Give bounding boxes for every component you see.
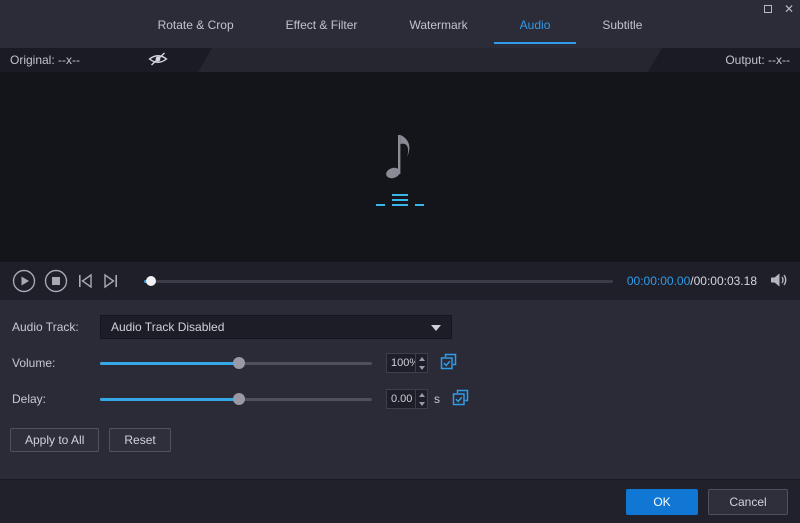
delay-input[interactable] <box>387 390 415 408</box>
audio-track-selected-value: Audio Track Disabled <box>111 320 225 334</box>
tab-bar: Rotate & Crop Effect & Filter Watermark … <box>0 10 800 44</box>
window-controls: ✕ <box>763 3 794 15</box>
audio-placeholder <box>376 129 424 206</box>
delay-spin-down-icon[interactable] <box>416 399 427 408</box>
volume-apply-all-button[interactable] <box>440 353 457 373</box>
seek-bar[interactable] <box>144 275 613 287</box>
volume-row: Volume: <box>0 350 800 376</box>
reset-button[interactable]: Reset <box>109 428 171 452</box>
total-duration: /00:00:03.18 <box>690 274 757 288</box>
volume-label: Volume: <box>12 356 56 370</box>
audio-track-dropdown[interactable]: Audio Track Disabled <box>100 315 452 339</box>
delay-spin-up-icon[interactable] <box>416 390 427 399</box>
eq-dash-right <box>415 203 424 206</box>
tab-rotate-crop[interactable]: Rotate & Crop <box>132 10 260 44</box>
delay-label: Delay: <box>12 392 47 406</box>
delay-unit-label: s <box>434 392 440 406</box>
delay-spinbox <box>386 389 428 409</box>
stop-button[interactable] <box>44 269 68 293</box>
preview-toggle-button[interactable] <box>148 52 168 69</box>
tab-effect-filter[interactable]: Effect & Filter <box>260 10 384 44</box>
tab-watermark[interactable]: Watermark <box>383 10 493 44</box>
preview-header: Original: --x-- Output: --x-- <box>0 48 800 72</box>
previous-frame-button[interactable] <box>76 273 94 289</box>
tab-audio[interactable]: Audio <box>493 10 577 44</box>
delay-slider-fill <box>100 398 239 401</box>
volume-spin-up-icon[interactable] <box>416 354 427 363</box>
titlebar: Rotate & Crop Effect & Filter Watermark … <box>0 0 800 48</box>
copy-check-icon <box>440 353 457 373</box>
settings-actions: Apply to All Reset <box>0 428 800 452</box>
maximize-icon[interactable] <box>763 5 772 13</box>
apply-to-all-button[interactable]: Apply to All <box>10 428 100 452</box>
player-bar: 00:00:00.00/00:00:03.18 <box>0 262 800 300</box>
delay-spin-arrows <box>415 390 427 408</box>
music-note-icon <box>383 129 417 184</box>
video-preview-area <box>0 72 800 262</box>
seek-track <box>144 280 613 283</box>
tab-subtitle[interactable]: Subtitle <box>576 10 668 44</box>
delay-slider-thumb[interactable] <box>232 393 245 405</box>
delay-row: Delay: s <box>0 386 800 412</box>
equalizer-lines <box>376 193 424 206</box>
next-frame-button[interactable] <box>102 273 120 289</box>
delay-apply-all-button[interactable] <box>452 389 469 409</box>
speaker-icon <box>769 272 788 291</box>
volume-slider-fill <box>100 362 239 365</box>
footer-bar: OK Cancel <box>0 479 800 523</box>
eq-stack <box>392 193 408 206</box>
close-icon[interactable]: ✕ <box>784 3 794 15</box>
ok-button[interactable]: OK <box>626 488 698 515</box>
volume-slider[interactable] <box>100 356 372 370</box>
eye-slash-icon <box>148 52 168 69</box>
play-button[interactable] <box>12 269 36 293</box>
volume-spin-down-icon[interactable] <box>416 363 427 372</box>
copy-check-icon <box>452 389 469 409</box>
volume-slider-thumb[interactable] <box>232 357 245 369</box>
delay-slider[interactable] <box>100 392 372 406</box>
audio-track-label: Audio Track: <box>12 320 79 334</box>
audio-track-row: Audio Track: Audio Track Disabled <box>0 314 800 340</box>
audio-editor-window: Rotate & Crop Effect & Filter Watermark … <box>0 0 800 523</box>
time-display: 00:00:00.00/00:00:03.18 <box>627 274 757 288</box>
cancel-button[interactable]: Cancel <box>708 488 788 515</box>
original-label: Original: --x-- <box>10 53 81 67</box>
eq-dash-left <box>376 203 385 206</box>
current-time: 00:00:00.00 <box>626 274 691 288</box>
chevron-down-icon <box>431 325 441 331</box>
volume-mute-button[interactable] <box>769 272 788 291</box>
output-panel: Output: --x-- <box>648 48 800 72</box>
output-label: Output: --x-- <box>725 53 790 67</box>
original-panel: Original: --x-- <box>0 48 212 72</box>
audio-settings-panel: Audio Track: Audio Track Disabled Volume… <box>0 300 800 479</box>
volume-spinbox <box>386 353 428 373</box>
volume-input[interactable] <box>387 354 415 372</box>
volume-spin-arrows <box>415 354 427 372</box>
seek-handle[interactable] <box>146 276 157 286</box>
